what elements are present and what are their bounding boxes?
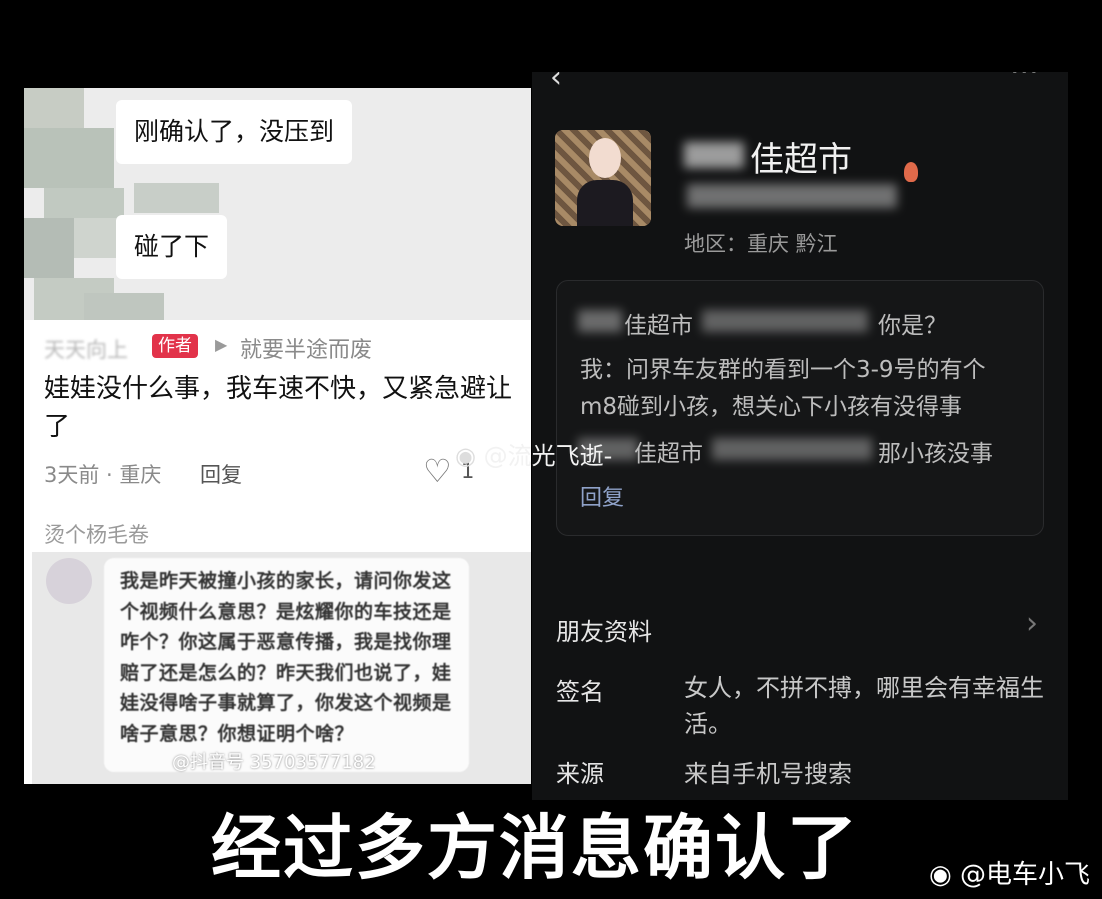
signature-label: 签名 (556, 678, 604, 706)
watermark-text: @电车小飞 (959, 860, 1090, 890)
author-comment: 娃娃没什么事，我车速不快，又紧急避让了 (44, 374, 513, 442)
message-3-prefix: 佳超市 (634, 441, 703, 467)
parent-message: 我是昨天被撞小孩的家长，请问你发这个视频什么意思？是炫耀你的车技还是咋个？你这属… (120, 570, 452, 745)
heart-icon[interactable]: ♡ (423, 452, 452, 490)
message-2: 我：问界车友群的看到一个3-9号的有个m8碰到小孩，想关心下小孩有没得事 (580, 357, 986, 420)
reply-button[interactable]: 回复 (200, 459, 242, 489)
chat-bubble-2: 碰了下 (116, 215, 228, 279)
image-watermark: @抖音号 35703577182 (172, 752, 376, 773)
back-icon[interactable]: ‹ (550, 72, 562, 95)
watermark-text: @流光飞逝- (483, 442, 613, 470)
chat-bubble-1: 刚确认了，没压到 (116, 100, 353, 164)
reply-arrow-icon: ▶ (215, 335, 228, 354)
comment-meta: 3天前 · 重庆 (44, 463, 162, 487)
author-name[interactable]: 天天向上 (44, 334, 128, 364)
signature-value: 女人，不拼不搏，哪里会有幸福生活。 (684, 674, 1044, 738)
redacted-phone (702, 310, 868, 332)
reply-link[interactable]: 回复 (580, 480, 624, 512)
author-tag: 作者 (152, 334, 198, 358)
second-comment-user[interactable]: 烫个杨毛卷 (44, 519, 149, 549)
weibo-watermark-mid: ◉ @流光飞逝- (455, 436, 612, 471)
reply-to-user[interactable]: 就要半途而废 (240, 332, 372, 364)
region: 地区：重庆 黔江 (684, 232, 838, 256)
right-screenshot-panel: ‹ ··· 佳超市 地区：重庆 黔江 佳超市 你是？ 我：问界车友群的看到一个3… (532, 72, 1068, 800)
redacted-text (578, 310, 622, 332)
message-3: 那小孩没事 (878, 441, 993, 467)
redacted-wechat-id (687, 184, 897, 208)
weibo-icon: ◉ (929, 860, 952, 890)
message-1: 你是？ (878, 313, 947, 339)
gender-icon (904, 162, 918, 182)
message-1-prefix: 佳超市 (624, 313, 693, 339)
redacted-name-prefix (684, 142, 744, 168)
weibo-watermark: ◉ @电车小飞 (929, 854, 1090, 891)
profile-avatar[interactable] (555, 130, 651, 226)
source-label: 来源 (556, 760, 604, 788)
friend-info-row[interactable]: 朋友资料 › (532, 602, 1068, 652)
video-caption: 经过多方消息确认了 (211, 807, 859, 889)
chat-area: 刚确认了，没压到 碰了下 (24, 88, 531, 320)
avatar (46, 558, 92, 604)
profile-name: 佳超市 (750, 140, 852, 180)
redacted-phone (712, 438, 872, 460)
chevron-right-icon: › (1026, 606, 1038, 641)
source-value: 来自手机号搜索 (684, 760, 852, 788)
weibo-icon: ◉ (455, 442, 476, 470)
friend-info-label: 朋友资料 (556, 618, 652, 646)
more-icon[interactable]: ··· (1010, 72, 1039, 89)
